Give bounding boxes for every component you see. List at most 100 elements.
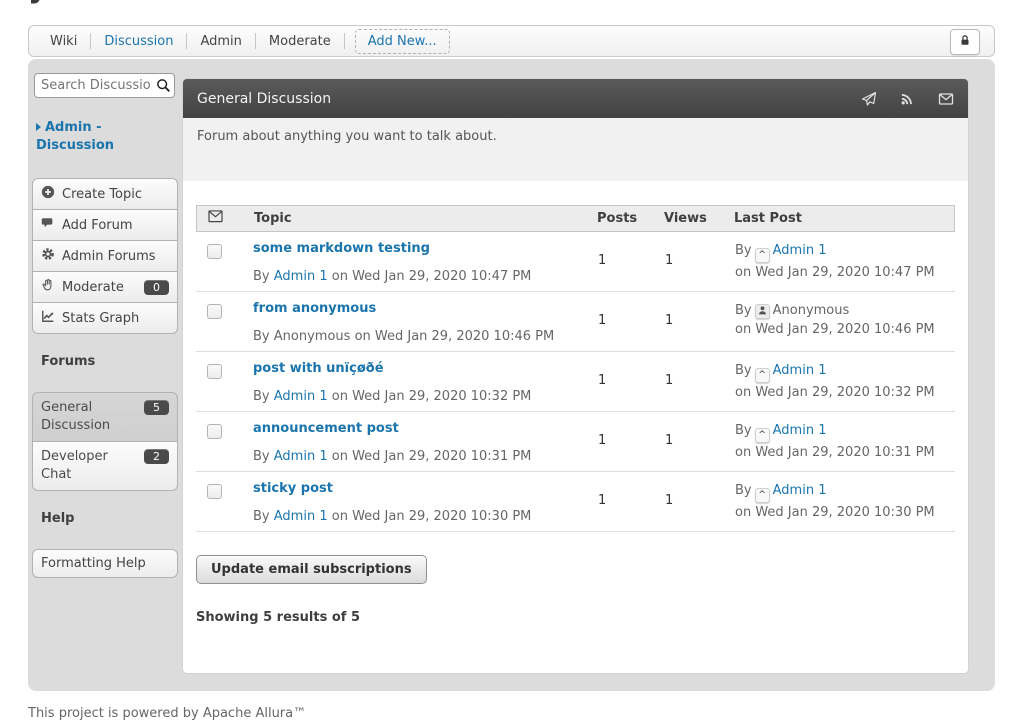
page-title-fragment: y <box>28 0 48 5</box>
last-post-cell: ByAnonymous on Wed Jan 29, 2020 10:46 PM <box>735 301 955 351</box>
author-link[interactable]: Admin 1 <box>773 363 827 378</box>
top-navigation: Wiki Discussion Admin Moderate Add New..… <box>28 25 995 57</box>
row-checkbox[interactable] <box>207 484 222 499</box>
sidebar-item-formatting-help[interactable]: Formatting Help <box>32 549 178 578</box>
last-post-column-header: Last Post <box>734 211 954 226</box>
author-name: Anonymous <box>274 329 351 344</box>
last-post-cell: By^Admin 1 on Wed Jan 29, 2020 10:32 PM <box>735 361 955 411</box>
last-post-cell: By^Admin 1 on Wed Jan 29, 2020 10:31 PM <box>735 421 955 471</box>
table-header-row: Topic Posts Views Last Post <box>196 205 955 232</box>
table-row: announcement post By Admin 1 on Wed Jan … <box>196 412 955 472</box>
topics-table: Topic Posts Views Last Post some markdow… <box>196 205 955 532</box>
gear-icon <box>41 247 55 265</box>
author-link[interactable]: Admin 1 <box>773 423 827 438</box>
admin-avatar-icon: ^ <box>755 428 770 443</box>
lock-icon <box>958 33 972 51</box>
clipped-page-title: y <box>28 0 148 9</box>
row-checkbox[interactable] <box>207 364 222 379</box>
sidebar-item-admin-forums[interactable]: Admin Forums <box>32 240 178 272</box>
row-checkbox[interactable] <box>207 424 222 439</box>
footer-text: This project is powered by Apache Allura… <box>28 706 1023 721</box>
topic-link[interactable]: post with unïçøðé <box>253 361 384 376</box>
results-count: Showing 5 results of 5 <box>196 610 968 625</box>
author-link[interactable]: Admin 1 <box>274 449 328 464</box>
comment-icon <box>41 216 55 234</box>
main-panel: General Discussion Forum about anything … <box>183 79 968 673</box>
views-count: 1 <box>665 241 735 291</box>
topic-link[interactable]: some markdown testing <box>253 241 430 256</box>
tab-wiki[interactable]: Wiki <box>37 34 90 49</box>
help-list: Formatting Help <box>32 549 178 578</box>
posts-count: 1 <box>598 481 665 531</box>
content-frame: Admin - Discussion Create Topic Add Foru… <box>28 59 995 691</box>
sidebar-item-create-topic[interactable]: Create Topic <box>32 178 178 210</box>
row-checkbox[interactable] <box>207 304 222 319</box>
author-link[interactable]: Admin 1 <box>773 483 827 498</box>
envelope-icon <box>208 212 223 227</box>
send-icon[interactable] <box>861 91 877 107</box>
triangle-right-icon <box>36 123 41 131</box>
forum-topic-count-badge: 2 <box>144 449 169 464</box>
nav-separator <box>344 33 345 49</box>
topic-byline: By Admin 1 on Wed Jan 29, 2020 10:47 PM <box>253 269 598 284</box>
sidebar-actions: Create Topic Add Forum Admin Forums Mode… <box>32 178 178 334</box>
author-link[interactable]: Admin 1 <box>274 269 328 284</box>
sidebar: Admin - Discussion Create Topic Add Foru… <box>32 73 178 578</box>
posts-count: 1 <box>598 421 665 471</box>
lock-button[interactable] <box>950 29 980 55</box>
admin-avatar-icon: ^ <box>755 368 770 383</box>
sidebar-item-admin-discussion[interactable]: Admin - Discussion <box>36 119 146 155</box>
sidebar-item-moderate[interactable]: Moderate 0 <box>32 271 178 303</box>
anonymous-avatar-icon <box>755 304 770 319</box>
author-link[interactable]: Admin 1 <box>274 509 328 524</box>
add-new-button[interactable]: Add New... <box>355 29 450 54</box>
search-input[interactable] <box>34 73 175 98</box>
author-link[interactable]: Admin 1 <box>773 243 827 258</box>
search-box <box>34 73 175 98</box>
rss-icon[interactable] <box>900 91 915 106</box>
posts-count: 1 <box>598 301 665 351</box>
topic-link[interactable]: from anonymous <box>253 301 376 316</box>
sidebar-item-general-discussion[interactable]: General Discussion 5 <box>32 392 178 442</box>
table-row: from anonymous By Anonymous on Wed Jan 2… <box>196 292 955 352</box>
topic-link[interactable]: announcement post <box>253 421 399 436</box>
topic-byline: By Anonymous on Wed Jan 29, 2020 10:46 P… <box>253 329 598 344</box>
mail-icon[interactable] <box>938 91 954 107</box>
admin-avatar-icon: ^ <box>755 248 770 263</box>
chart-icon <box>41 309 55 327</box>
tab-discussion[interactable]: Discussion <box>91 34 186 49</box>
posts-count: 1 <box>598 241 665 291</box>
posts-count: 1 <box>598 361 665 411</box>
plus-circle-icon <box>41 185 55 203</box>
forum-title: General Discussion <box>197 91 331 107</box>
search-icon <box>156 78 171 97</box>
sidebar-item-stats-graph[interactable]: Stats Graph <box>32 302 178 334</box>
table-row: post with unïçøðé By Admin 1 on Wed Jan … <box>196 352 955 412</box>
views-count: 1 <box>665 481 735 531</box>
forums-heading: Forums <box>41 354 178 369</box>
topic-column-header: Topic <box>254 211 597 226</box>
topic-byline: By Admin 1 on Wed Jan 29, 2020 10:31 PM <box>253 449 598 464</box>
views-column-header: Views <box>664 211 734 226</box>
forum-description: Forum about anything you want to talk ab… <box>183 118 968 181</box>
views-count: 1 <box>665 421 735 471</box>
update-subscriptions-button[interactable]: Update email subscriptions <box>196 555 427 584</box>
sidebar-item-add-forum[interactable]: Add Forum <box>32 209 178 241</box>
tab-admin[interactable]: Admin <box>187 34 254 49</box>
help-heading: Help <box>41 511 178 526</box>
forum-topic-count-badge: 5 <box>144 400 169 415</box>
table-row: some markdown testing By Admin 1 on Wed … <box>196 232 955 292</box>
tab-moderate[interactable]: Moderate <box>256 34 344 49</box>
topic-link[interactable]: sticky post <box>253 481 333 496</box>
views-count: 1 <box>665 301 735 351</box>
author-name: Anonymous <box>773 303 850 318</box>
topic-byline: By Admin 1 on Wed Jan 29, 2020 10:32 PM <box>253 389 598 404</box>
author-link[interactable]: Admin 1 <box>274 389 328 404</box>
views-count: 1 <box>665 361 735 411</box>
admin-avatar-icon: ^ <box>755 488 770 503</box>
last-post-cell: By^Admin 1 on Wed Jan 29, 2020 10:47 PM <box>735 241 955 291</box>
sidebar-item-developer-chat[interactable]: Developer Chat 2 <box>32 441 178 491</box>
row-checkbox[interactable] <box>207 244 222 259</box>
forum-header: General Discussion <box>183 79 968 118</box>
mail-column-header <box>197 210 254 227</box>
